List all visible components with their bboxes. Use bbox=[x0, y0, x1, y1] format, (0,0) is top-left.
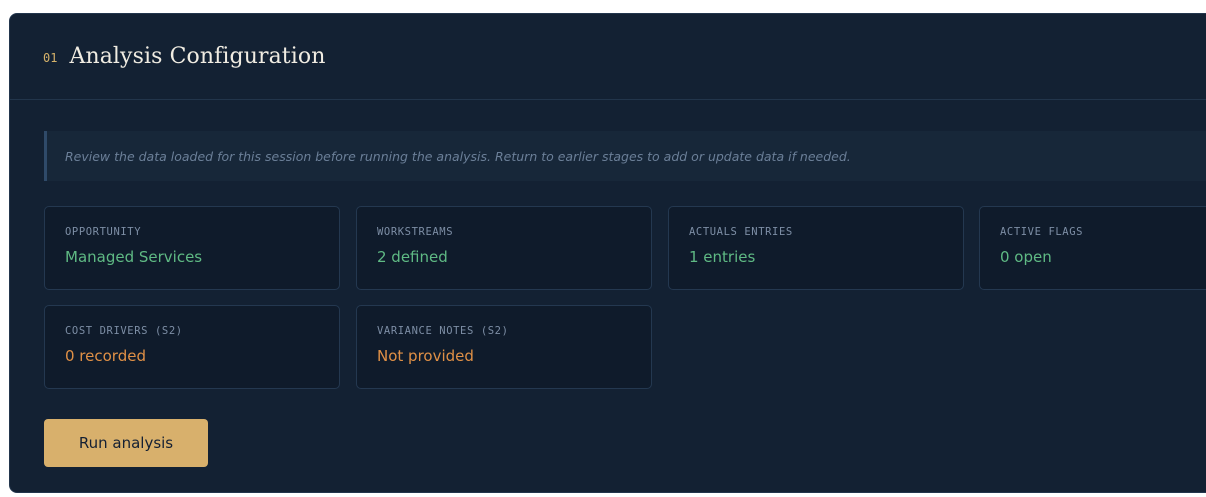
card-cost-drivers: COST DRIVERS (S2) 0 recorded bbox=[44, 305, 340, 389]
card-actuals-entries: ACTUALS ENTRIES 1 entries bbox=[668, 206, 964, 290]
info-notice: Review the data loaded for this session … bbox=[44, 131, 1206, 181]
card-label: WORKSTREAMS bbox=[377, 226, 454, 238]
card-active-flags: ACTIVE FLAGS 0 open bbox=[979, 206, 1206, 290]
card-variance-notes: VARIANCE NOTES (S2) Not provided bbox=[356, 305, 652, 389]
card-value: Managed Services bbox=[65, 248, 203, 266]
card-value: 2 defined bbox=[377, 248, 448, 266]
card-value: 0 open bbox=[1000, 248, 1052, 266]
card-label: OPPORTUNITY bbox=[65, 226, 142, 238]
card-label: ACTIVE FLAGS bbox=[1000, 226, 1084, 238]
card-label: COST DRIVERS (S2) bbox=[65, 325, 183, 337]
card-value: 0 recorded bbox=[65, 347, 146, 365]
panel-title: Analysis Configuration bbox=[69, 44, 326, 69]
card-value: Not provided bbox=[377, 347, 474, 365]
card-value: 1 entries bbox=[689, 248, 756, 266]
card-label: VARIANCE NOTES (S2) bbox=[377, 325, 509, 337]
card-workstreams: WORKSTREAMS 2 defined bbox=[356, 206, 652, 290]
panel-header: 01 Analysis Configuration bbox=[10, 14, 1206, 100]
card-label: ACTUALS ENTRIES bbox=[689, 226, 793, 238]
step-number: 01 bbox=[43, 51, 58, 65]
notice-text: Review the data loaded for this session … bbox=[65, 148, 851, 164]
analysis-config-panel: 01 Analysis Configuration Review the dat… bbox=[9, 13, 1206, 493]
card-opportunity: OPPORTUNITY Managed Services bbox=[44, 206, 340, 290]
run-analysis-button[interactable]: Run analysis bbox=[44, 419, 208, 467]
